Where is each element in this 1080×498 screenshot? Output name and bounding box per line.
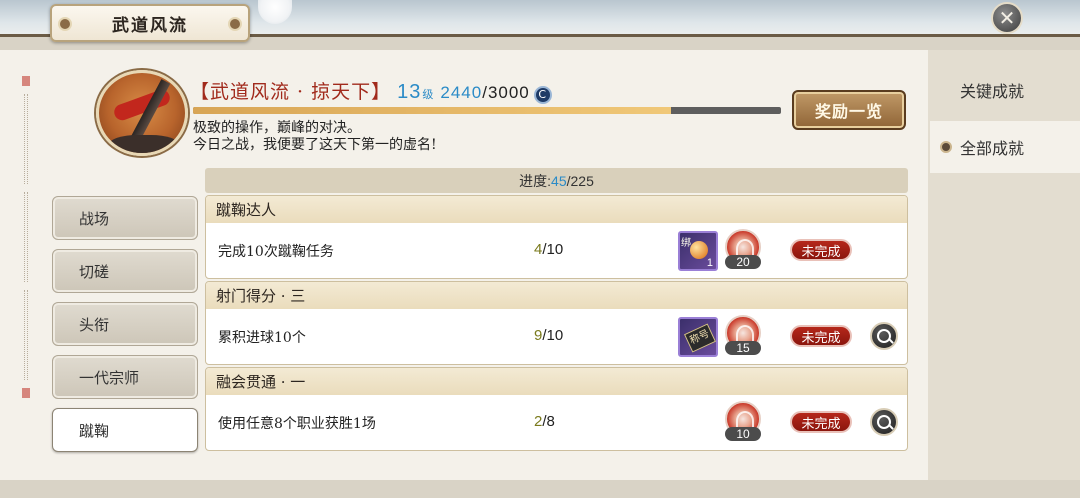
achievement-level: 13 (397, 81, 422, 103)
achievement-progress: 9/10 (534, 327, 563, 344)
achievement-name: 【武道风流 · 掠天下】 (190, 81, 392, 103)
achievement-point-token[interactable]: 20 (724, 229, 762, 271)
exp-current: 2440 (440, 83, 483, 102)
category-label: 战场 (79, 209, 110, 228)
knot-right-icon (228, 17, 242, 31)
achievement-row-body: 累积进球10个 9/10 称号 15 未完成 (206, 309, 907, 364)
category-label: 切磋 (79, 262, 110, 281)
achievement-progress: 4/10 (534, 241, 563, 258)
achievement-row-title: 融会贯通 · 一 (206, 368, 907, 395)
progress-label: 进度: (519, 172, 552, 189)
tab-key-achievements[interactable]: 关键成就 (930, 64, 1080, 116)
achievement-row-body: 完成10次蹴鞠任务 4/10 绑 1 20 未完成 (206, 223, 907, 278)
token-count: 20 (725, 255, 761, 269)
achievement-title: 【武道风流 · 掠天下】 13 级 2440 / 3000 C (190, 77, 552, 104)
tab-all-achievements[interactable]: 全部成就 (930, 121, 1080, 173)
reward-item-orb[interactable]: 绑 1 (678, 231, 718, 271)
progress-total: 10 (546, 241, 564, 258)
close-button[interactable]: ✕ (991, 2, 1023, 34)
exp-progress-bar (193, 107, 781, 114)
calligraphy-column (24, 290, 28, 380)
knot-left-icon (58, 17, 72, 31)
achievement-row-title: 射门得分 · 三 (206, 282, 907, 309)
achievement-row: 融会贯通 · 一 使用任意8个职业获胜1场 2/8 10 未完成 (205, 367, 908, 451)
achievement-description: 极致的操作，巅峰的对决。 今日之战，我便要了这天下第一的虚名! (193, 120, 437, 154)
status-badge: 未完成 (790, 239, 852, 261)
seal-stamp-icon (22, 76, 30, 86)
achievement-point-token[interactable]: 15 (724, 315, 762, 357)
exp-progress-fill (193, 107, 672, 114)
close-icon: ✕ (998, 6, 1016, 30)
achievement-task: 使用任意8个职业获胜1场 (218, 416, 376, 432)
progress-total: 225 (570, 172, 594, 189)
category-titles[interactable]: 头衔 (52, 302, 198, 346)
tab-all-achievements-label: 全部成就 (960, 139, 1025, 158)
reward-overview-button[interactable]: 奖励一览 (792, 90, 906, 130)
description-line-2: 今日之战，我便要了这天下第一的虚名! (193, 137, 437, 153)
token-count: 15 (725, 341, 761, 355)
exp-max: 3000 (487, 83, 530, 102)
category-label: 头衔 (79, 315, 110, 334)
window-title-text: 武道风流 (112, 15, 188, 36)
achievement-row-title: 蹴鞠达人 (206, 196, 907, 223)
orb-icon (690, 241, 708, 259)
tab-key-achievements-label: 关键成就 (960, 82, 1025, 101)
progress-total: 10 (546, 327, 564, 344)
achievement-task: 完成10次蹴鞠任务 (218, 244, 334, 260)
category-label: 蹴鞠 (79, 421, 110, 440)
title-scroll-icon: 称号 (683, 323, 717, 353)
avatar-rock (109, 135, 179, 153)
achievement-progress: 2/8 (534, 413, 555, 430)
achievement-row: 蹴鞠达人 完成10次蹴鞠任务 4/10 绑 1 20 未完成 (205, 195, 908, 279)
search-button[interactable] (870, 322, 898, 350)
achievement-task: 累积进球10个 (218, 330, 306, 346)
category-grandmaster[interactable]: 一代宗师 (52, 355, 198, 399)
progress-total: 8 (546, 413, 555, 430)
seal-stamp-icon (22, 388, 30, 398)
selected-dot-icon (940, 141, 952, 153)
calligraphy-column (24, 192, 28, 282)
level-suffix: 级 (422, 88, 435, 101)
category-cuju[interactable]: 蹴鞠 (52, 408, 198, 452)
achievement-row-body: 使用任意8个职业获胜1场 2/8 10 未完成 (206, 395, 907, 450)
achievement-point-token[interactable]: 10 (724, 401, 762, 443)
achievement-avatar (96, 70, 188, 156)
reward-item-title-scroll[interactable]: 称号 (678, 317, 718, 357)
token-count: 10 (725, 427, 761, 441)
category-sparring[interactable]: 切磋 (52, 249, 198, 293)
description-line-1: 极致的操作，巅峰的对决。 (193, 120, 361, 136)
status-badge: 未完成 (790, 411, 852, 433)
coin-icon: C (533, 86, 552, 104)
reward-count: 1 (706, 257, 713, 269)
search-button[interactable] (870, 408, 898, 436)
calligraphy-column (24, 94, 28, 184)
progress-done: 45 (551, 172, 567, 189)
category-label: 一代宗师 (79, 368, 140, 387)
window-title: 武道风流 (50, 4, 250, 42)
category-battlefield[interactable]: 战场 (52, 196, 198, 240)
status-badge: 未完成 (790, 325, 852, 347)
side-calligraphy-decoration (8, 74, 44, 414)
overall-progress: 进度: 45 / 225 (205, 168, 908, 193)
achievement-row: 射门得分 · 三 累积进球10个 9/10 称号 15 未完成 (205, 281, 908, 365)
